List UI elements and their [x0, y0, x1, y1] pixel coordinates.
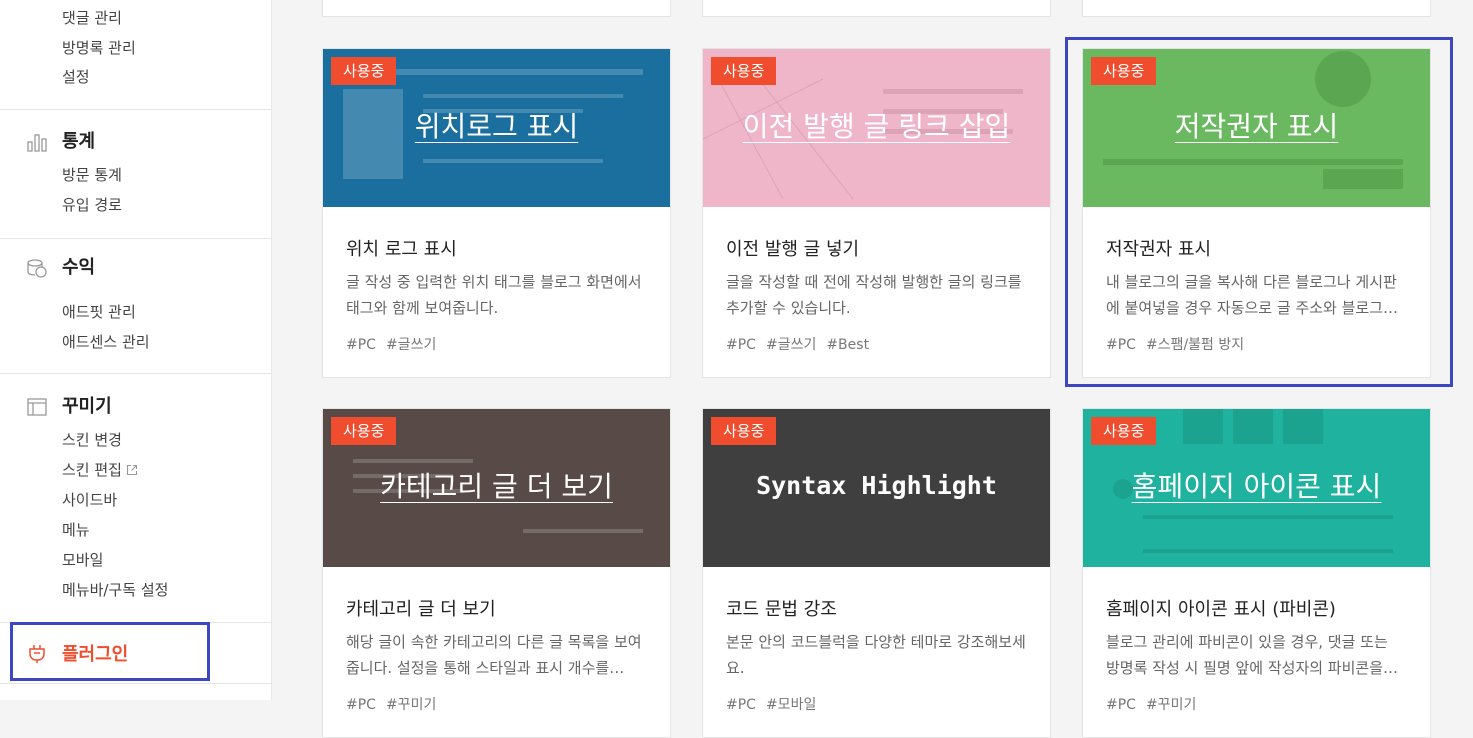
bar-chart-icon: [27, 134, 47, 152]
tag[interactable]: #PC: [726, 337, 756, 353]
card-prev-row: [702, 0, 1051, 17]
card-tags: #PC #꾸미기: [1106, 694, 1206, 714]
sidebar-item-sidebar[interactable]: 사이드바: [62, 490, 117, 510]
tag[interactable]: #Best: [826, 337, 869, 353]
sidebar: 댓글 관리 방명록 관리 설정 통계 방문 통계 유입 경로 수익 애드핏 관리…: [0, 0, 272, 700]
card-thumbnail: 사용중 위치로그 표시: [323, 49, 670, 207]
stats-section: [0, 109, 271, 239]
in-use-badge: 사용중: [1091, 417, 1157, 445]
in-use-badge: 사용중: [711, 417, 777, 445]
card-title: 코드 문법 강조: [726, 599, 837, 620]
sidebar-item-guestbook[interactable]: 방명록 관리: [62, 38, 136, 58]
scrollbar-track[interactable]: [1453, 0, 1473, 700]
edit-skin-label: 스킨 편집: [62, 461, 122, 479]
card-thumbnail: 사용중 카테고리 글 더 보기: [323, 409, 670, 567]
card-prev-row: [322, 0, 671, 17]
thumbnail-title: 위치로그 표시: [414, 110, 579, 143]
thumbnail-title: 홈페이지 아이콘 표시: [1131, 470, 1382, 503]
plugin-card-favicon[interactable]: 사용중 홈페이지 아이콘 표시 홈페이지 아이콘 표시 (파비콘) 블로그 관리…: [1082, 408, 1431, 738]
card-title: 홈페이지 아이콘 표시 (파비콘): [1106, 599, 1336, 620]
tag[interactable]: #PC: [346, 337, 376, 353]
tag[interactable]: #PC: [1106, 697, 1136, 713]
sidebar-item-adfit[interactable]: 애드핏 관리: [62, 302, 136, 322]
card-title: 위치 로그 표시: [346, 239, 457, 260]
card-description: 해당 글이 속한 카테고리의 다른 글 목록을 보여줍니다. 설정을 통해 스타…: [346, 633, 642, 677]
sidebar-item-menubar[interactable]: 메뉴바/구독 설정: [62, 580, 168, 600]
thumbnail-title: 이전 발행 글 링크 삽입: [742, 110, 1011, 143]
plug-icon: [29, 645, 45, 663]
sidebar-item-menu[interactable]: 메뉴: [62, 520, 90, 540]
plugin-grid: 사용중 위치로그 표시 위치 로그 표시 글 작성 중 입력한 위치 태그를 블…: [272, 0, 1473, 738]
sidebar-item-comments[interactable]: 댓글 관리: [62, 8, 122, 28]
in-use-badge: 사용중: [331, 57, 397, 85]
tag[interactable]: #꾸미기: [1146, 697, 1196, 713]
tag[interactable]: #PC: [346, 697, 376, 713]
stats-header[interactable]: 통계: [26, 131, 95, 153]
card-description: 글 작성 중 입력한 위치 태그를 블로그 화면에서 태그와 함께 보여줍니다.: [346, 273, 642, 317]
card-description: 글을 작성할 때 전에 작성해 발행한 글의 링크를 추가할 수 있습니다.: [726, 273, 1022, 317]
card-thumbnail: 사용중 이전 발행 글 링크 삽입: [703, 49, 1050, 207]
plugin-card-previous-post[interactable]: 사용중 이전 발행 글 링크 삽입 이전 발행 글 넣기 글을 작성할 때 전에…: [702, 48, 1051, 378]
design-header[interactable]: 꾸미기: [26, 396, 112, 418]
tag[interactable]: #꾸미기: [386, 697, 436, 713]
card-thumbnail: 사용중 홈페이지 아이콘 표시: [1083, 409, 1430, 567]
design-title: 꾸미기: [62, 396, 112, 417]
revenue-title: 수익: [62, 257, 96, 278]
in-use-badge: 사용중: [711, 57, 777, 85]
revenue-header[interactable]: 수익: [26, 257, 95, 279]
sidebar-item-referrers[interactable]: 유입 경로: [62, 195, 122, 215]
card-prev-row: [1082, 0, 1431, 17]
tag[interactable]: #모바일: [766, 697, 816, 713]
card-description: 블로그 관리에 파비콘이 있을 경우, 댓글 또는 방명록 작성 시 필명 앞에…: [1106, 633, 1399, 677]
tag[interactable]: #PC: [726, 697, 756, 713]
sidebar-item-change-skin[interactable]: 스킨 변경: [62, 430, 122, 450]
sidebar-item-edit-skin[interactable]: 스킨 편집: [62, 460, 138, 480]
plugin-title: 플러그인: [62, 644, 129, 665]
coins-icon: [27, 259, 47, 278]
thumbnail-title: Syntax Highlight: [756, 471, 997, 500]
card-description: 본문 안의 코드블럭을 다양한 테마로 강조해보세요.: [726, 633, 1026, 677]
in-use-badge: 사용중: [331, 417, 397, 445]
card-thumbnail: 사용중 Syntax Highlight: [703, 409, 1050, 567]
sidebar-item-settings[interactable]: 설정: [62, 67, 90, 87]
card-tags: #PC #모바일: [726, 694, 826, 714]
selected-card-highlight: [1065, 37, 1453, 387]
tag[interactable]: #글쓰기: [386, 337, 436, 353]
plugin-card-syntax-highlight[interactable]: 사용중 Syntax Highlight 코드 문법 강조 본문 안의 코드블럭…: [702, 408, 1051, 738]
plugin-card-category-more[interactable]: 사용중 카테고리 글 더 보기 카테고리 글 더 보기 해당 글이 속한 카테고…: [322, 408, 671, 738]
card-title: 이전 발행 글 넣기: [726, 239, 860, 260]
layout-icon: [27, 398, 47, 416]
card-title: 카테고리 글 더 보기: [346, 599, 496, 620]
card-tags: #PC #글쓰기: [346, 334, 446, 354]
plugin-card-location-log[interactable]: 사용중 위치로그 표시 위치 로그 표시 글 작성 중 입력한 위치 태그를 블…: [322, 48, 671, 378]
sidebar-item-mobile[interactable]: 모바일: [62, 550, 103, 570]
tag[interactable]: #글쓰기: [766, 337, 816, 353]
next-section: [0, 683, 271, 700]
thumbnail-title: 카테고리 글 더 보기: [380, 470, 613, 503]
sidebar-item-plugin[interactable]: 플러그인: [26, 640, 128, 666]
sidebar-item-adsense[interactable]: 애드센스 관리: [62, 332, 150, 352]
external-link-icon: [126, 464, 138, 476]
sidebar-item-visit-stats[interactable]: 방문 통계: [62, 165, 122, 185]
card-tags: #PC #꾸미기: [346, 694, 446, 714]
stats-title: 통계: [62, 131, 96, 152]
card-tags: #PC #글쓰기 #Best: [726, 334, 879, 354]
